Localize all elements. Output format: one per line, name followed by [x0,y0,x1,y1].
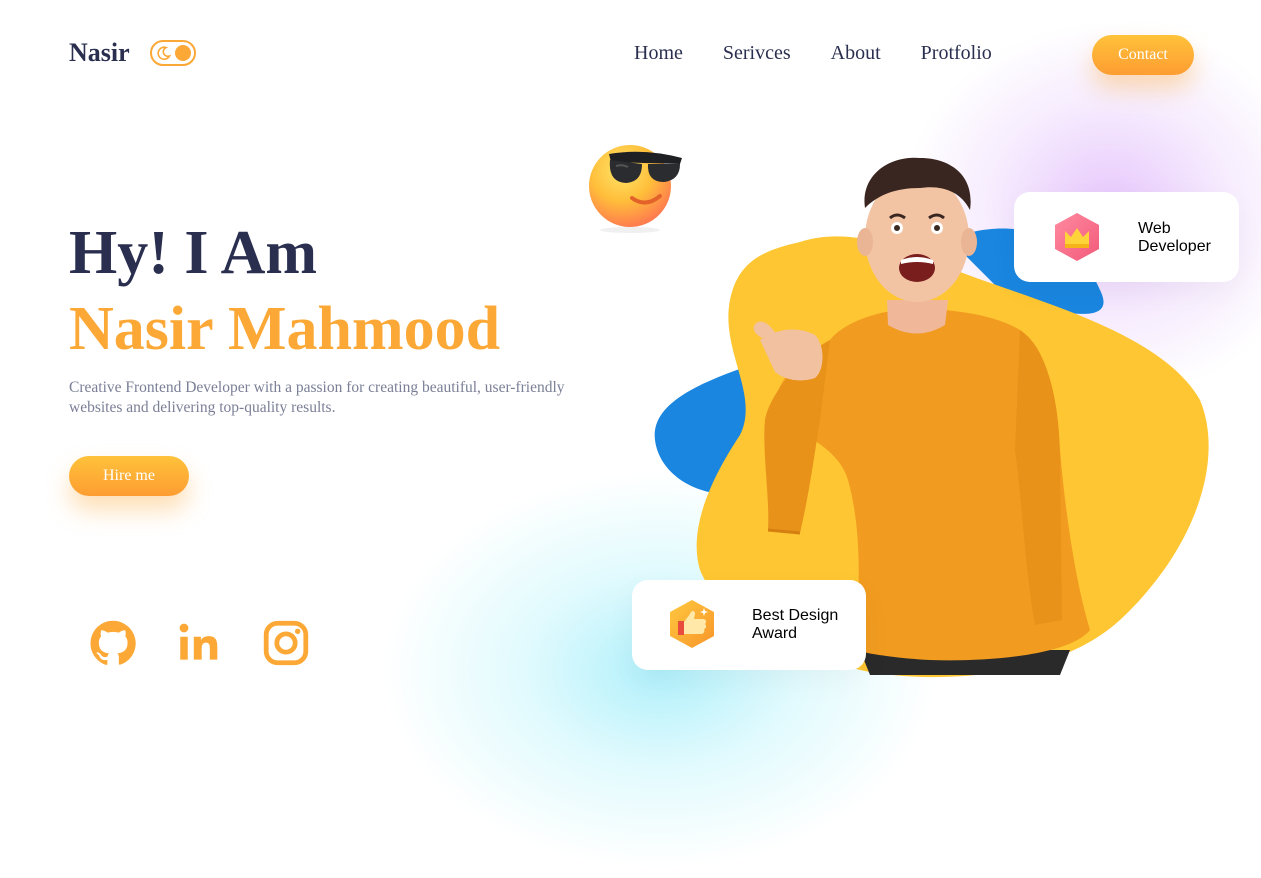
card-best-design-award: Best Design Award [632,580,866,670]
hire-me-button[interactable]: Hire me [69,456,189,496]
hero-description: Creative Frontend Developer with a passi… [69,379,565,416]
thumbs-up-icon [670,600,714,648]
card-award-line2: Award [752,625,798,642]
card-award-text: Best Design Award [752,607,838,643]
instagram-icon[interactable] [261,615,311,671]
logo[interactable]: Nasir [69,38,130,68]
nav-portfolio[interactable]: Protfolio [921,42,992,65]
card-web-line2: Developer [1138,238,1211,255]
hero-greeting: Hy! I Am [69,219,317,287]
main-nav: Home Serivces About Protfolio [634,42,992,65]
theme-toggle[interactable] [150,40,196,66]
github-icon[interactable] [88,615,138,671]
nav-services[interactable]: Serivces [723,42,791,65]
contact-button[interactable]: Contact [1092,35,1194,75]
crown-icon [1055,213,1099,261]
moon-icon [157,46,171,60]
nav-about[interactable]: About [831,42,881,65]
nav-home[interactable]: Home [634,42,683,65]
card-web-line1: Web [1138,220,1171,237]
hero-name: Nasir Mahmood [69,295,501,363]
card-web-text: Web Developer [1138,220,1211,256]
toggle-knob [175,45,191,61]
linkedin-icon[interactable] [174,615,224,671]
card-award-line1: Best Design [752,607,839,624]
card-web-developer: Web Developer [1014,192,1239,282]
